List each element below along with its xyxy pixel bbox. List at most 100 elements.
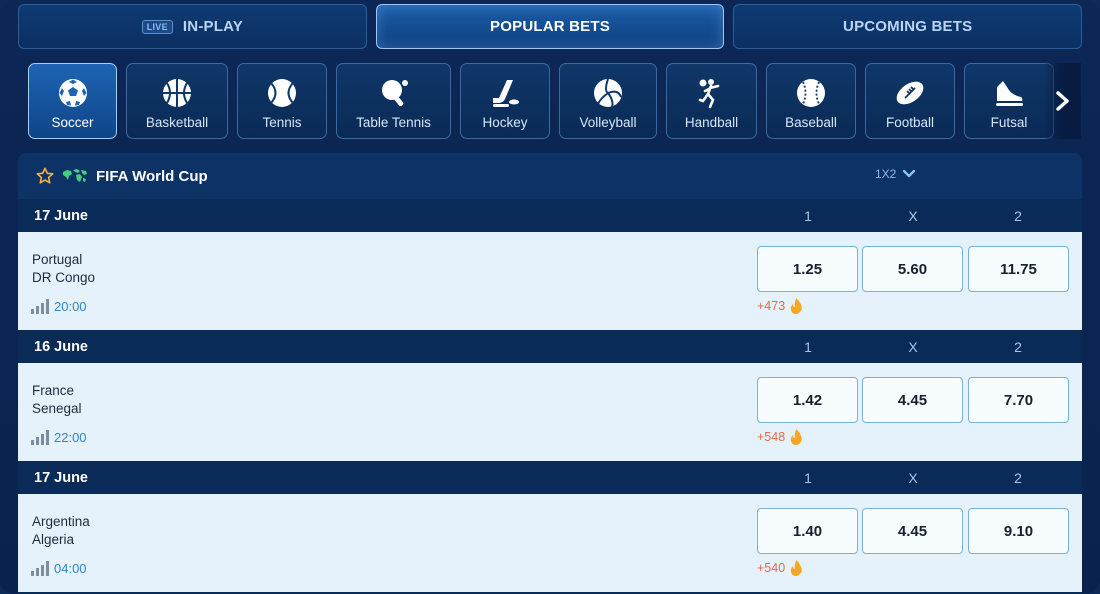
bet-tabs: LIVE IN-PLAY POPULAR BETS UPCOMING BETS — [18, 4, 1083, 49]
baseball-icon — [797, 78, 825, 107]
fire-icon — [790, 429, 802, 445]
sport-label: Football — [885, 114, 935, 130]
sport-label: Tennis — [262, 114, 302, 130]
futsal-shoe-icon — [996, 80, 1023, 106]
american-football-icon — [896, 81, 924, 104]
stats-bars-icon[interactable] — [31, 429, 49, 445]
sport-label: Hockey — [482, 114, 528, 130]
market-selector[interactable]: 1X2 — [875, 167, 916, 181]
more-markets-link[interactable]: +548 — [757, 429, 803, 445]
sports-strip: Soccer Basketball Tennis Table Tennis Ho… — [28, 63, 1054, 139]
sport-futsal[interactable]: Futsal — [964, 63, 1054, 139]
match-time-row: 04:00 — [31, 560, 87, 576]
home-team: France — [32, 383, 75, 398]
odds-button-1[interactable]: 1.40 — [757, 508, 858, 554]
odds-button-2[interactable]: 7.70 — [968, 377, 1069, 423]
odds-button-1[interactable]: 1.42 — [757, 377, 858, 423]
away-team: DR Congo — [32, 270, 96, 285]
tab-label: UPCOMING BETS — [843, 18, 973, 35]
column-header-1: 1 — [804, 339, 812, 355]
favorite-star-icon[interactable] — [36, 167, 54, 185]
match-date: 17 June — [34, 469, 88, 486]
sport-label: Volleyball — [579, 114, 637, 130]
sports-scroll-next-button[interactable] — [1045, 63, 1081, 139]
sport-basketball[interactable]: Basketball — [126, 63, 228, 139]
match-row[interactable]: Portugal DR Congo 20:00 1.25 5.60 11.75 … — [18, 232, 1082, 330]
sport-label: Futsal — [990, 114, 1028, 130]
sport-soccer[interactable]: Soccer — [28, 63, 117, 139]
tab-label: IN-PLAY — [182, 18, 243, 35]
tab-popular-bets[interactable]: POPULAR BETS — [375, 4, 725, 49]
handball-icon — [698, 78, 719, 108]
column-header-1: 1 — [804, 208, 812, 224]
competition-panel: FIFA World Cup 1X2 17 June 1 X 2 Portuga… — [18, 153, 1082, 594]
match-date: 17 June — [34, 207, 88, 224]
stats-bars-icon[interactable] — [31, 298, 49, 314]
column-header-2: 2 — [1014, 339, 1022, 355]
match-time: 04:00 — [54, 560, 87, 576]
match-time-row: 20:00 — [31, 298, 87, 314]
world-map-icon — [63, 169, 87, 182]
chevron-down-icon — [903, 169, 916, 178]
more-markets-link[interactable]: +540 — [757, 560, 803, 576]
fire-icon — [790, 560, 802, 576]
home-team: Portugal — [32, 252, 83, 267]
chevron-right-icon — [1056, 91, 1069, 111]
sport-volleyball[interactable]: Volleyball — [559, 63, 657, 139]
column-header-x: X — [908, 470, 918, 486]
odds-button-x[interactable]: 4.45 — [862, 377, 963, 423]
sport-football[interactable]: Football — [865, 63, 955, 139]
competition-header: FIFA World Cup 1X2 — [18, 153, 1082, 199]
match-time-row: 22:00 — [31, 429, 87, 445]
basketball-icon — [163, 78, 191, 107]
match-time: 22:00 — [54, 429, 87, 445]
stats-bars-icon[interactable] — [31, 560, 49, 576]
column-header-x: X — [908, 339, 918, 355]
home-team: Argentina — [32, 514, 90, 529]
odds-button-x[interactable]: 4.45 — [862, 508, 963, 554]
hockey-icon — [493, 79, 519, 107]
table-tennis-icon — [381, 79, 408, 106]
sport-label: Table Tennis — [356, 114, 431, 130]
sport-table-tennis[interactable]: Table Tennis — [336, 63, 451, 139]
more-markets-count: +548 — [757, 430, 786, 444]
live-badge: LIVE — [141, 19, 173, 34]
more-markets-count: +473 — [757, 299, 786, 313]
column-header-2: 2 — [1014, 470, 1022, 486]
sport-tennis[interactable]: Tennis — [237, 63, 327, 139]
sportsbook-frame: LIVE IN-PLAY POPULAR BETS UPCOMING BETS … — [0, 0, 1100, 594]
date-row: 17 June 1 X 2 — [18, 199, 1082, 232]
sport-label: Handball — [684, 114, 739, 130]
sport-handball[interactable]: Handball — [666, 63, 757, 139]
volleyball-icon — [594, 78, 622, 107]
date-row: 17 June 1 X 2 — [18, 461, 1082, 494]
tab-label: POPULAR BETS — [490, 18, 610, 35]
tab-upcoming-bets[interactable]: UPCOMING BETS — [733, 4, 1083, 49]
sport-label: Soccer — [51, 114, 94, 130]
sport-label: Basketball — [145, 114, 209, 130]
match-row[interactable]: Argentina Algeria 04:00 1.40 4.45 9.10 +… — [18, 494, 1082, 592]
column-header-1: 1 — [804, 470, 812, 486]
odds-button-x[interactable]: 5.60 — [862, 246, 963, 292]
tab-in-play[interactable]: LIVE IN-PLAY — [18, 4, 367, 49]
sport-hockey[interactable]: Hockey — [460, 63, 550, 139]
match-time: 20:00 — [54, 298, 87, 314]
soccer-ball-icon — [58, 78, 87, 107]
away-team: Algeria — [32, 532, 75, 547]
match-date: 16 June — [34, 338, 88, 355]
odds-button-2[interactable]: 9.10 — [968, 508, 1069, 554]
fire-icon — [790, 298, 802, 314]
odds-button-2[interactable]: 11.75 — [968, 246, 1069, 292]
column-header-x: X — [908, 208, 918, 224]
away-team: Senegal — [32, 401, 82, 416]
more-markets-link[interactable]: +473 — [757, 298, 803, 314]
competition-title: FIFA World Cup — [96, 167, 208, 185]
sport-label: Baseball — [785, 114, 837, 130]
column-header-2: 2 — [1014, 208, 1022, 224]
market-label: 1X2 — [875, 167, 897, 181]
tennis-ball-icon — [268, 78, 296, 107]
date-row: 16 June 1 X 2 — [18, 330, 1082, 363]
match-row[interactable]: France Senegal 22:00 1.42 4.45 7.70 +548 — [18, 363, 1082, 461]
sport-baseball[interactable]: Baseball — [766, 63, 856, 139]
odds-button-1[interactable]: 1.25 — [757, 246, 858, 292]
